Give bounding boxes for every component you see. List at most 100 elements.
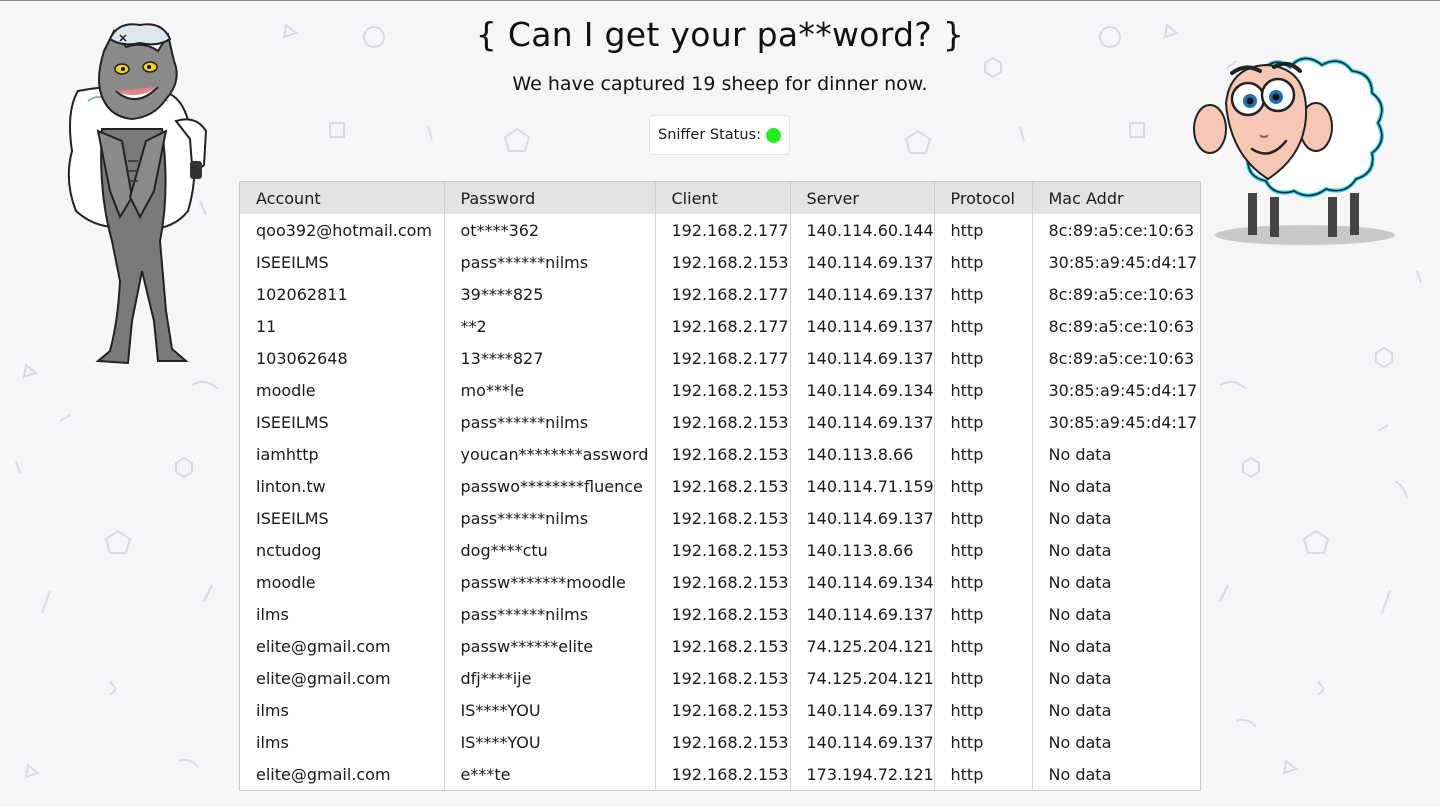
account-cell: ilms: [256, 604, 289, 624]
mac-addr-cell: No data: [1031, 598, 1200, 630]
column-header-protocol[interactable]: Protocol: [933, 182, 1032, 214]
server-ip-cell: 140.114.69.137: [789, 694, 934, 726]
mac-addr-cell: 30:85:a9:45:d4:17: [1031, 374, 1200, 406]
table-row[interactable]: qoo392@hotmail.com ot****362 192.168.2.177…: [240, 214, 1200, 246]
server-ip-cell: 140.114.69.137: [789, 278, 934, 310]
password-cell: dfj****ije: [443, 662, 655, 694]
server-ip-cell: 140.114.69.137: [789, 726, 934, 758]
protocol-cell: http: [933, 374, 1032, 406]
password-cell: IS****YOU: [443, 726, 655, 758]
mac-addr-cell: 8c:89:a5:ce:10:63: [1031, 342, 1200, 374]
account-cell: moodle: [256, 380, 316, 400]
server-ip-cell: 173.194.72.121: [789, 758, 934, 790]
table-row[interactable]: ISEEILMS pass******nilms 192.168.2.153 140.…: [240, 246, 1200, 278]
protocol-cell: http: [933, 342, 1032, 374]
account-cell: ISEEILMS: [256, 252, 329, 272]
client-ip-cell: 192.168.2.153: [654, 758, 790, 790]
account-cell: elite@gmail.com: [256, 764, 391, 784]
protocol-cell: http: [933, 502, 1032, 534]
password-cell: passw******elite: [443, 630, 655, 662]
account-cell: ISEEILMS: [256, 508, 329, 528]
mac-addr-cell: No data: [1031, 566, 1200, 598]
table-row[interactable]: 11 **2 192.168.2.177 140.114.69.137 http 8c:8…: [240, 310, 1200, 342]
password-cell: pass******nilms: [443, 246, 655, 278]
table-row[interactable]: elite@gmail.com e***te 192.168.2.153 173.19…: [240, 758, 1200, 790]
account-cell: linton.tw: [256, 476, 326, 496]
server-ip-cell: 74.125.204.121: [789, 662, 934, 694]
server-ip-cell: 140.114.69.137: [789, 246, 934, 278]
client-ip-cell: 192.168.2.153: [654, 534, 790, 566]
protocol-cell: http: [933, 566, 1032, 598]
protocol-cell: http: [933, 630, 1032, 662]
server-ip-cell: 140.114.69.134: [789, 566, 934, 598]
server-ip-cell: 140.113.8.66: [789, 438, 934, 470]
server-ip-cell: 74.125.204.121: [789, 630, 934, 662]
table-row[interactable]: 103062648 13****827 192.168.2.177 140.114.6…: [240, 342, 1200, 374]
account-cell: 103062648: [256, 348, 348, 368]
account-cell: 102062811: [256, 284, 348, 304]
server-ip-cell: 140.114.69.137: [789, 406, 934, 438]
protocol-cell: http: [933, 438, 1032, 470]
server-ip-cell: 140.114.69.134: [789, 374, 934, 406]
password-cell: ot****362: [443, 214, 655, 246]
mac-addr-cell: No data: [1031, 630, 1200, 662]
table-row[interactable]: ilms IS****YOU 192.168.2.153 140.114.69.137…: [240, 726, 1200, 758]
password-cell: mo***le: [443, 374, 655, 406]
client-ip-cell: 192.168.2.153: [654, 694, 790, 726]
table-row[interactable]: iamhttp youcan********assword 192.168.2.15…: [240, 438, 1200, 470]
table-row[interactable]: ilms IS****YOU 192.168.2.153 140.114.69.137…: [240, 694, 1200, 726]
protocol-cell: http: [933, 726, 1032, 758]
mac-addr-cell: No data: [1031, 758, 1200, 790]
protocol-cell: http: [933, 246, 1032, 278]
column-header-account[interactable]: Account: [240, 182, 444, 214]
password-cell: pass******nilms: [443, 406, 655, 438]
password-cell: passw*******moodle: [443, 566, 655, 598]
status-indicator-icon: [766, 127, 781, 143]
mac-addr-cell: 8c:89:a5:ce:10:63: [1031, 214, 1200, 246]
server-ip-cell: 140.114.69.137: [789, 598, 934, 630]
protocol-cell: http: [933, 470, 1032, 502]
table-row[interactable]: ilms pass******nilms 192.168.2.153 140.114.…: [240, 598, 1200, 630]
client-ip-cell: 192.168.2.153: [654, 630, 790, 662]
account-cell: elite@gmail.com: [256, 636, 391, 656]
client-ip-cell: 192.168.2.177: [654, 310, 790, 342]
protocol-cell: http: [933, 662, 1032, 694]
server-ip-cell: 140.114.60.144: [789, 214, 934, 246]
client-ip-cell: 192.168.2.177: [654, 214, 790, 246]
table-row[interactable]: linton.tw passwo********fluence 192.168.2.…: [240, 470, 1200, 502]
protocol-cell: http: [933, 598, 1032, 630]
table-row[interactable]: 102062811 39****825 192.168.2.177 140.114.6…: [240, 278, 1200, 310]
client-ip-cell: 192.168.2.153: [654, 438, 790, 470]
mac-addr-cell: No data: [1031, 470, 1200, 502]
server-ip-cell: 140.114.69.137: [789, 310, 934, 342]
sniffer-status-label: Sniffer Status:: [658, 127, 761, 143]
account-cell: ISEEILMS: [256, 412, 329, 432]
password-cell: e***te: [443, 758, 655, 790]
column-header-client[interactable]: Client: [654, 182, 790, 214]
client-ip-cell: 192.168.2.153: [654, 502, 790, 534]
password-cell: pass******nilms: [443, 502, 655, 534]
account-cell: nctudog: [256, 540, 322, 560]
table-row[interactable]: ISEEILMS pass******nilms 192.168.2.153 140.…: [240, 502, 1200, 534]
client-ip-cell: 192.168.2.177: [654, 342, 790, 374]
server-ip-cell: 140.113.8.66: [789, 534, 934, 566]
mac-addr-cell: 8c:89:a5:ce:10:63: [1031, 310, 1200, 342]
client-ip-cell: 192.168.2.177: [654, 278, 790, 310]
column-header-mac-addr[interactable]: Mac Addr: [1031, 182, 1200, 214]
table-row[interactable]: moodle passw*******moodle 192.168.2.153 140…: [240, 566, 1200, 598]
table-row[interactable]: ISEEILMS pass******nilms 192.168.2.153 140.…: [240, 406, 1200, 438]
password-cell: IS****YOU: [443, 694, 655, 726]
table-row[interactable]: moodle mo***le 192.168.2.153 140.114.69.134…: [240, 374, 1200, 406]
table-row[interactable]: nctudog dog****ctu 192.168.2.153 140.113.8.…: [240, 534, 1200, 566]
column-header-server[interactable]: Server: [789, 182, 934, 214]
client-ip-cell: 192.168.2.153: [654, 406, 790, 438]
column-header-password[interactable]: Password: [443, 182, 655, 214]
protocol-cell: http: [933, 214, 1032, 246]
protocol-cell: http: [933, 310, 1032, 342]
account-cell: ilms: [256, 700, 289, 720]
table-row[interactable]: elite@gmail.com passw******elite 192.168.2…: [240, 630, 1200, 662]
mac-addr-cell: No data: [1031, 502, 1200, 534]
table-row[interactable]: elite@gmail.com dfj****ije 192.168.2.153 74…: [240, 662, 1200, 694]
client-ip-cell: 192.168.2.153: [654, 470, 790, 502]
mac-addr-cell: No data: [1031, 694, 1200, 726]
